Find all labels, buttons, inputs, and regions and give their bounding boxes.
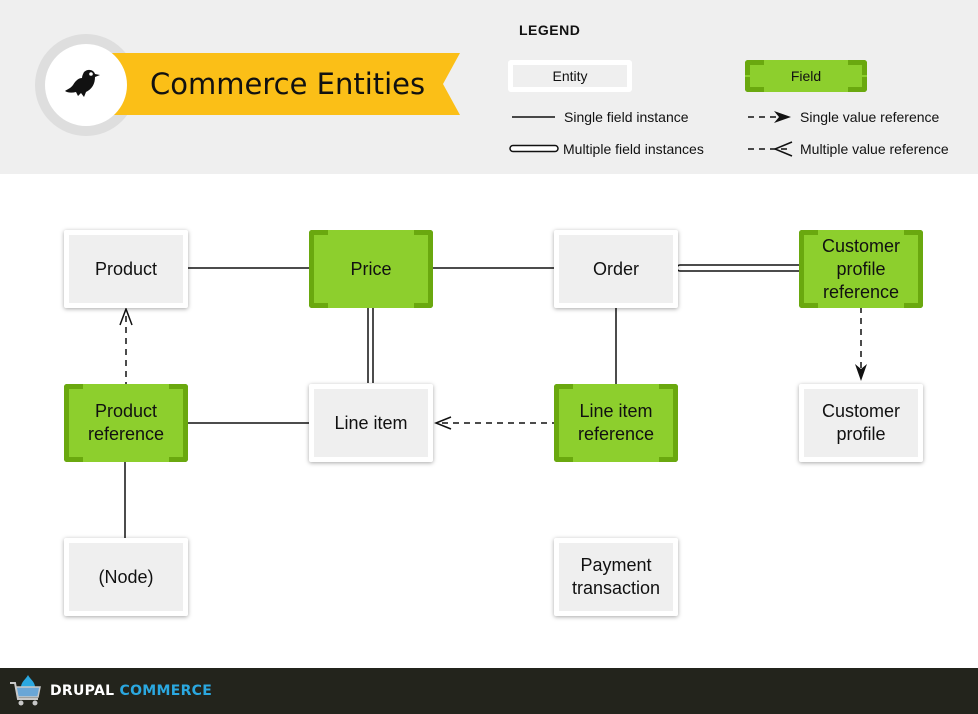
field-corner [309,230,328,245]
field-label: Customer profile reference [821,235,901,302]
entity-label: Payment transaction [559,543,673,611]
field-customer-profile-reference[interactable]: Customer profile reference [799,230,923,308]
edge-price-line-item [367,307,374,383]
field-corner [309,293,328,308]
field-corner [799,230,818,245]
field-corner [169,384,188,399]
entity-label: Order [559,235,673,303]
brand-part-drupal: DRUPAL [50,683,115,699]
entity-node[interactable]: (Node) [64,538,188,616]
edge-order-customer-profile-reference [676,264,806,272]
entity-order[interactable]: Order [554,230,678,308]
field-corner [554,447,573,462]
field-corner [904,293,923,308]
field-corner [799,293,818,308]
field-corner [848,77,867,92]
field-corner [848,60,867,75]
edge-line-item-reference-line-item [433,416,555,430]
page-title: Commerce Entities [150,67,426,101]
field-corner [64,447,83,462]
entity-line-item[interactable]: Line item [309,384,433,462]
field-corner [414,293,433,308]
entity-payment-transaction[interactable]: Payment transaction [554,538,678,616]
field-product-reference[interactable]: Product reference [64,384,188,462]
footer: DRUPAL COMMERCE [0,668,978,714]
entity-product[interactable]: Product [64,230,188,308]
field-corner [169,447,188,462]
field-corner [904,230,923,245]
entity-label: Product [69,235,183,303]
entity-label: Line item [314,389,428,457]
entity-label: (Node) [69,543,183,611]
brand-part-commerce: COMMERCE [119,683,213,699]
field-corner [414,230,433,245]
field-price[interactable]: Price [309,230,433,308]
field-line-item-reference[interactable]: Line item reference [554,384,678,462]
field-corner [745,77,764,92]
field-corner [659,447,678,462]
brand-logo-text: DRUPAL COMMERCE [50,683,212,699]
field-label: Line item reference [577,401,655,444]
edge-customer-profile-reference-customer-profile [855,307,867,381]
entity-customer-profile[interactable]: Customer profile [799,384,923,462]
field-corner [745,60,764,75]
shopping-cart-drop-icon [10,675,41,706]
legend-field-label: Field [790,68,822,84]
field-label: Product reference [87,401,165,444]
field-corner [659,384,678,399]
title-ribbon: Commerce Entities [110,53,460,115]
bird-icon [65,69,100,97]
edge-product-reference-product [119,306,133,385]
field-corner [554,384,573,399]
field-corner [64,384,83,399]
field-label: Price [350,258,392,279]
entity-label: Customer profile [804,389,918,457]
